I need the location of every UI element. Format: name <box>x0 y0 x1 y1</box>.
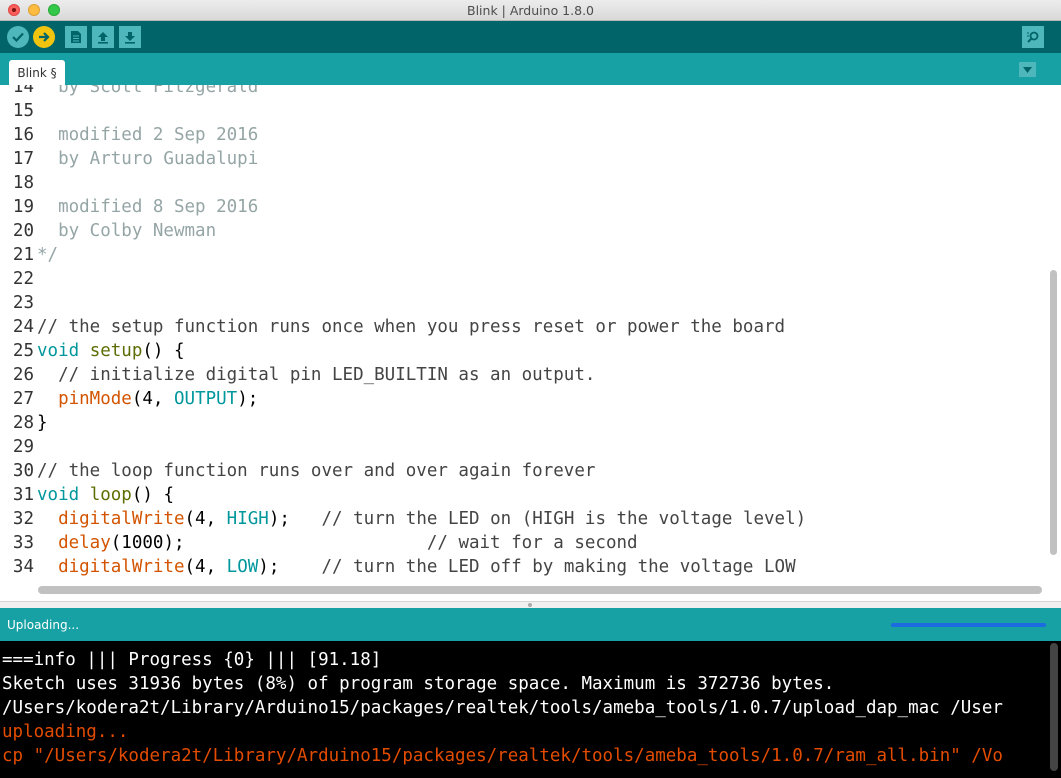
code-line[interactable]: 24// the setup function runs once when y… <box>0 315 1046 339</box>
line-number: 18 <box>12 173 34 193</box>
window-title: Blink | Arduino 1.8.0 <box>467 3 594 18</box>
line-number: 28 <box>12 413 34 433</box>
console-scrollbar[interactable] <box>1050 643 1058 771</box>
line-number: 24 <box>12 317 34 337</box>
code-line[interactable]: 29 <box>0 435 1046 459</box>
console-line: cp "/Users/kodera2t/Library/Arduino15/pa… <box>2 746 1003 766</box>
code-line[interactable]: 22 <box>0 267 1046 291</box>
line-number: 29 <box>12 437 34 457</box>
line-code: void loop() { <box>37 485 175 505</box>
tab-bar: Blink § <box>0 53 1061 85</box>
upload-button[interactable] <box>33 26 55 48</box>
split-divider[interactable] <box>0 601 1061 608</box>
line-code: // initialize digital pin LED_BUILTIN as… <box>37 365 596 385</box>
serial-monitor-button[interactable] <box>1022 26 1044 48</box>
code-lines: 14 by Scott Fitzgerald 15 16 modified 2 Se… <box>0 85 1046 579</box>
line-number: 16 <box>12 125 34 145</box>
line-number: 27 <box>12 389 34 409</box>
line-code: by Scott Fitzgerald <box>37 85 259 97</box>
line-code: } <box>37 413 48 433</box>
line-number: 30 <box>12 461 34 481</box>
line-number: 22 <box>12 269 34 289</box>
console-line: ===info ||| Progress {0} ||| [91.18] <box>2 650 382 670</box>
code-line[interactable]: 18 <box>0 171 1046 195</box>
tab-menu-button[interactable] <box>1019 62 1036 77</box>
code-line[interactable]: 27 pinMode(4, OUTPUT); <box>0 387 1046 411</box>
status-bar: Uploading... <box>0 608 1061 641</box>
line-number: 21 <box>12 245 34 265</box>
line-number: 23 <box>12 293 34 313</box>
code-line[interactable]: 30// the loop function runs over and ove… <box>0 459 1046 483</box>
divider-grip[interactable] <box>528 603 532 607</box>
line-code: modified 8 Sep 2016 <box>37 197 259 217</box>
editor-horizontal-scrollbar[interactable] <box>38 586 1042 594</box>
line-number: 17 <box>12 149 34 169</box>
line-number: 15 <box>12 101 34 121</box>
line-code: by Arturo Guadalupi <box>37 149 259 169</box>
upload-progress-bar <box>891 623 1046 627</box>
line-number: 20 <box>12 221 34 241</box>
line-number: 33 <box>12 533 34 553</box>
line-code: by Colby Newman <box>37 221 217 241</box>
code-line[interactable]: 20 by Colby Newman <box>0 219 1046 243</box>
code-line[interactable]: 19 modified 8 Sep 2016 <box>0 195 1046 219</box>
arrow-down-icon <box>125 32 135 44</box>
code-line[interactable]: 15 <box>0 99 1046 123</box>
toolbar <box>0 21 1061 53</box>
line-code: // the loop function runs over and over … <box>37 461 596 481</box>
line-code: delay(1000); // wait for a second <box>58 533 638 553</box>
open-sketch-button[interactable] <box>92 26 114 48</box>
line-code: digitalWrite(4, LOW); // turn the LED of… <box>58 557 796 577</box>
chevron-down-icon <box>1023 66 1032 73</box>
line-number: 26 <box>12 365 34 385</box>
new-file-icon <box>71 31 81 43</box>
save-sketch-button[interactable] <box>119 26 141 48</box>
code-line[interactable]: 34 digitalWrite(4, LOW); // turn the LED… <box>0 555 1046 579</box>
code-editor[interactable]: 14 by Scott Fitzgerald 15 16 modified 2 Se… <box>0 85 1061 601</box>
arrow-right-icon <box>39 32 50 42</box>
line-number: 31 <box>12 485 34 505</box>
verify-button[interactable] <box>7 26 29 48</box>
console-line: Sketch uses 31936 bytes (8%) of program … <box>2 674 835 694</box>
code-line[interactable]: 14 by Scott Fitzgerald <box>0 85 1046 99</box>
new-sketch-button[interactable] <box>65 26 87 48</box>
code-line[interactable]: 33 delay(1000); // wait for a second <box>0 531 1046 555</box>
code-line[interactable]: 17 by Arturo Guadalupi <box>0 147 1046 171</box>
code-line[interactable]: 32 digitalWrite(4, HIGH); // turn the LE… <box>0 507 1046 531</box>
console-line: /Users/kodera2t/Library/Arduino15/packag… <box>2 698 1003 718</box>
line-number: 19 <box>12 197 34 217</box>
status-text: Uploading... <box>7 618 80 632</box>
code-line[interactable]: 28} <box>0 411 1046 435</box>
code-line[interactable]: 16 modified 2 Sep 2016 <box>0 123 1046 147</box>
title-bar: Blink | Arduino 1.8.0 <box>0 0 1061 21</box>
console-line: uploading... <box>2 722 129 742</box>
tab-blink[interactable]: Blink § <box>9 60 65 85</box>
upload-progress-fill <box>891 623 1046 627</box>
line-code: digitalWrite(4, HIGH); // turn the LED o… <box>58 509 807 529</box>
code-line[interactable]: 25 void setup() { <box>0 339 1046 363</box>
line-number: 34 <box>12 557 34 577</box>
line-code: // the setup function runs once when you… <box>37 317 786 337</box>
line-number: 32 <box>12 509 34 529</box>
line-number: 25 <box>12 341 34 361</box>
code-line[interactable]: 31 void loop() { <box>0 483 1046 507</box>
arrow-up-icon <box>98 32 108 44</box>
line-code: modified 2 Sep 2016 <box>37 125 259 145</box>
code-line[interactable]: 23 <box>0 291 1046 315</box>
code-line[interactable]: 21 */ <box>0 243 1046 267</box>
editor-vertical-scrollbar[interactable] <box>1050 270 1057 555</box>
line-number: 14 <box>12 85 34 97</box>
line-code: void setup() { <box>37 341 185 361</box>
console-output[interactable]: cp "/Users/kodera2t/Library/Arduino15/pa… <box>0 641 1061 778</box>
checkmark-icon <box>12 32 24 42</box>
code-line[interactable]: 26 // initialize digital pin LED_BUILTIN… <box>0 363 1046 387</box>
magnifier-icon <box>1027 31 1039 43</box>
line-code: pinMode(4, OUTPUT); <box>58 389 259 409</box>
line-code: */ <box>37 245 59 265</box>
